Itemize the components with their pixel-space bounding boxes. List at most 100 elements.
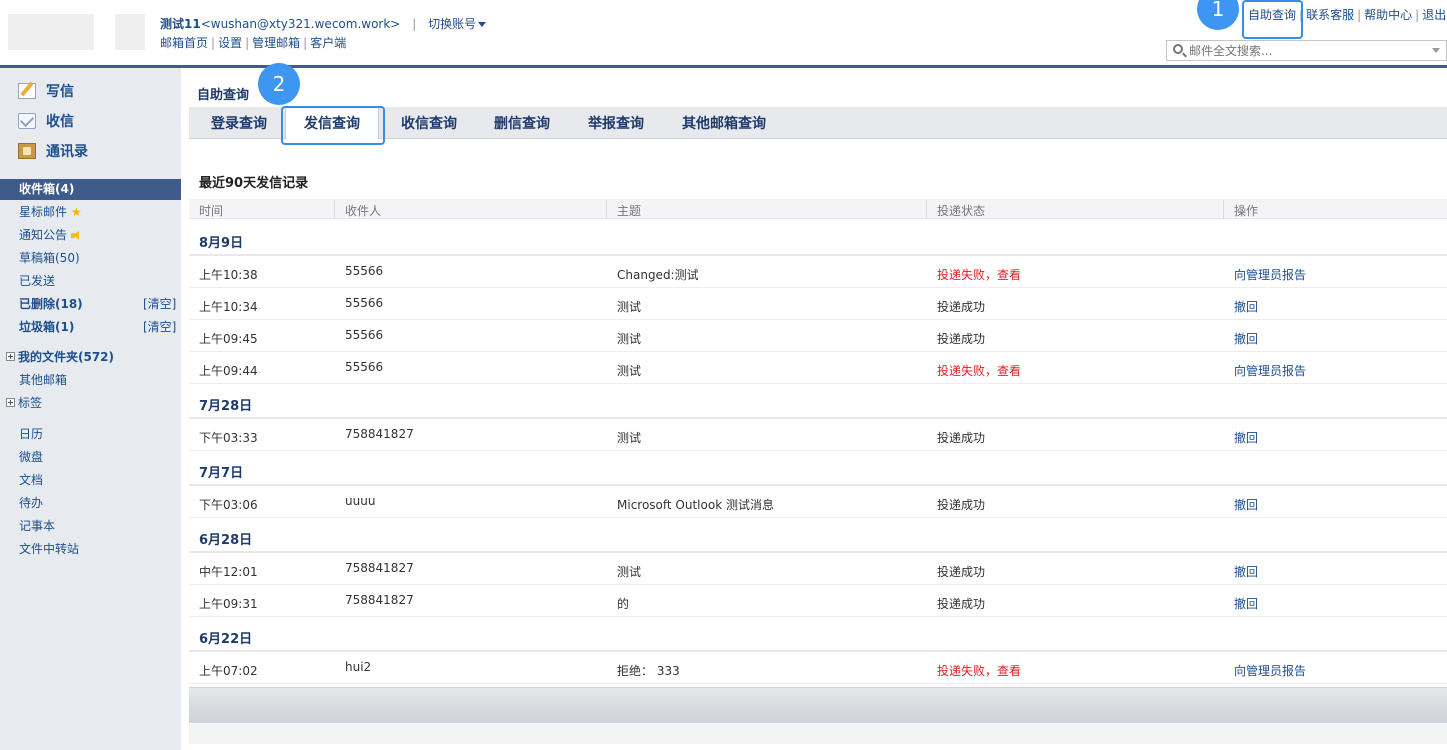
avatar[interactable] (115, 14, 145, 50)
receive-button[interactable]: 收信 (18, 111, 74, 133)
contacts-label: 通讯录 (46, 144, 88, 160)
chevron-down-icon[interactable] (1432, 48, 1440, 53)
table-row: 上午09:45 55566 测试 投递成功 撤回 (189, 320, 1447, 352)
recall-link[interactable]: 撤回 (1234, 298, 1258, 315)
clear-spam-button[interactable]: [清空] (143, 318, 176, 335)
date-group-header: 7月28日 (199, 399, 253, 414)
cell-time: 上午09:45 (199, 332, 258, 346)
table-row: 上午09:31 758841827 的 投递成功 撤回 (189, 585, 1447, 617)
cell-recipient: 758841827 (345, 561, 414, 575)
link-client[interactable]: 客户端 (310, 36, 346, 50)
sidebar-item-starred[interactable]: 星标邮件 ★ (19, 203, 82, 220)
cell-delivery-status[interactable]: 投递失败，查看 (937, 266, 1021, 283)
cell-time: 上午09:44 (199, 364, 258, 378)
notices-label: 通知公告 (19, 228, 68, 242)
sidebar-item-calendar[interactable]: 日历 (19, 425, 43, 442)
cell-time: 下午03:06 (199, 498, 258, 512)
sidebar-item-inbox[interactable]: 收件箱(4) (0, 179, 181, 200)
cell-recipient: 55566 (345, 264, 384, 278)
search-input[interactable] (1189, 42, 1429, 59)
cell-delivery-status: 投递成功 (937, 332, 986, 346)
sidebar-item-my-folders[interactable]: 我的文件夹(572) (6, 348, 114, 365)
link-help-center[interactable]: 帮助中心 (1364, 8, 1412, 22)
tab-other-mailbox-query[interactable]: 其他邮箱查询 (682, 107, 766, 139)
cell-delivery-status: 投递成功 (937, 498, 986, 512)
link-contact-support[interactable]: 联系客服 (1306, 8, 1354, 22)
expand-icon[interactable] (6, 398, 15, 407)
user-name: 测试11 (160, 17, 201, 31)
date-group-header: 8月9日 (199, 236, 244, 251)
cell-time: 上午10:34 (199, 300, 258, 314)
sidebar-item-drafts[interactable]: 草稿箱(50) (19, 249, 80, 266)
inbox-icon (18, 113, 36, 129)
cell-delivery-status: 投递成功 (937, 565, 986, 579)
account-info: 测试11<wushan@xty321.wecom.work> | 切换账号 (160, 15, 487, 32)
sidebar-item-docs[interactable]: 文档 (19, 471, 43, 488)
tags-label: 标签 (18, 396, 43, 410)
tab-delete-query[interactable]: 删信查询 (494, 107, 550, 139)
expand-icon[interactable] (6, 352, 15, 361)
column-header: 主题 (617, 204, 642, 218)
search-field[interactable] (1166, 40, 1447, 61)
switch-account-label: 切换账号 (428, 17, 477, 31)
company-logo (8, 14, 94, 50)
sidebar-item-deleted[interactable]: 已删除(18) (19, 295, 83, 312)
sidebar-item-tags[interactable]: 标签 (6, 394, 42, 411)
recall-link[interactable]: 撤回 (1234, 563, 1258, 580)
switch-account-button[interactable]: 切换账号 (428, 17, 487, 31)
cell-delivery-status[interactable]: 投递失败，查看 (937, 662, 1021, 679)
cell-subject: 测试 (617, 565, 642, 579)
star-icon: ★ (71, 205, 82, 219)
pencil-icon (18, 83, 36, 99)
page-title: 自助查询 (197, 88, 250, 103)
link-logout[interactable]: 退出 (1422, 8, 1446, 22)
compose-button[interactable]: 写信 (18, 81, 74, 103)
cell-time: 下午03:33 (199, 431, 258, 445)
sidebar-item-todo[interactable]: 待办 (19, 494, 43, 511)
recall-link[interactable]: 撤回 (1234, 429, 1258, 446)
sidebar-item-disk[interactable]: 微盘 (19, 448, 43, 465)
address-book-icon (18, 143, 36, 159)
cell-subject: 的 (617, 597, 630, 611)
cell-recipient: 55566 (345, 296, 384, 310)
sidebar-item-other-mailboxes[interactable]: 其他邮箱 (19, 371, 67, 388)
cell-subject: 拒绝： 333 (617, 664, 680, 678)
cell-recipient: 758841827 (345, 593, 414, 607)
cell-time: 上午10:38 (199, 268, 258, 282)
column-header: 操作 (1234, 204, 1259, 218)
cell-subject: Microsoft Outlook 测试消息 (617, 498, 774, 512)
tab-receive-query[interactable]: 收信查询 (401, 107, 457, 139)
cell-subject: 测试 (617, 364, 642, 378)
sidebar-item-notices[interactable]: 通知公告 (19, 226, 81, 243)
table-row: 下午03:33 758841827 测试 投递成功 撤回 (189, 419, 1447, 451)
cell-delivery-status[interactable]: 投递失败，查看 (937, 362, 1021, 379)
cell-recipient: 758841827 (345, 427, 414, 441)
step-badge-2: 2 (258, 63, 300, 105)
report-to-admin-link[interactable]: 向管理员报告 (1234, 362, 1306, 379)
recall-link[interactable]: 撤回 (1234, 496, 1258, 513)
recall-link[interactable]: 撤回 (1234, 330, 1258, 347)
report-to-admin-link[interactable]: 向管理员报告 (1234, 662, 1306, 679)
search-icon (1173, 44, 1183, 54)
cell-subject: 测试 (617, 300, 642, 314)
recall-link[interactable]: 撤回 (1234, 595, 1258, 612)
date-group-header: 6月28日 (199, 533, 253, 548)
report-to-admin-link[interactable]: 向管理员报告 (1234, 266, 1306, 283)
tab-report-query[interactable]: 举报查询 (588, 107, 644, 139)
cell-recipient: uuuu (345, 494, 376, 508)
cell-subject: Changed:测试 (617, 268, 699, 282)
cell-recipient: 55566 (345, 360, 384, 374)
sidebar-item-spam[interactable]: 垃圾箱(1) (19, 318, 74, 335)
link-mailbox-home[interactable]: 邮箱首页 (160, 36, 208, 50)
contacts-button[interactable]: 通讯录 (18, 141, 88, 163)
link-settings[interactable]: 设置 (218, 36, 242, 50)
sidebar-item-sent[interactable]: 已发送 (19, 272, 55, 289)
table-row: 中午12:01 758841827 测试 投递成功 撤回 (189, 553, 1447, 585)
tab-login-query[interactable]: 登录查询 (211, 107, 267, 139)
link-manage-mailbox[interactable]: 管理邮箱 (252, 36, 300, 50)
sidebar-item-file-transfer[interactable]: 文件中转站 (19, 540, 79, 557)
sidebar-item-notes[interactable]: 记事本 (19, 517, 55, 534)
table-row: 上午07:02 hui2 拒绝： 333 投递失败，查看 向管理员报告 (189, 652, 1447, 684)
clear-deleted-button[interactable]: [清空] (143, 295, 176, 312)
section-title: 最近90天发信记录 (199, 176, 309, 191)
